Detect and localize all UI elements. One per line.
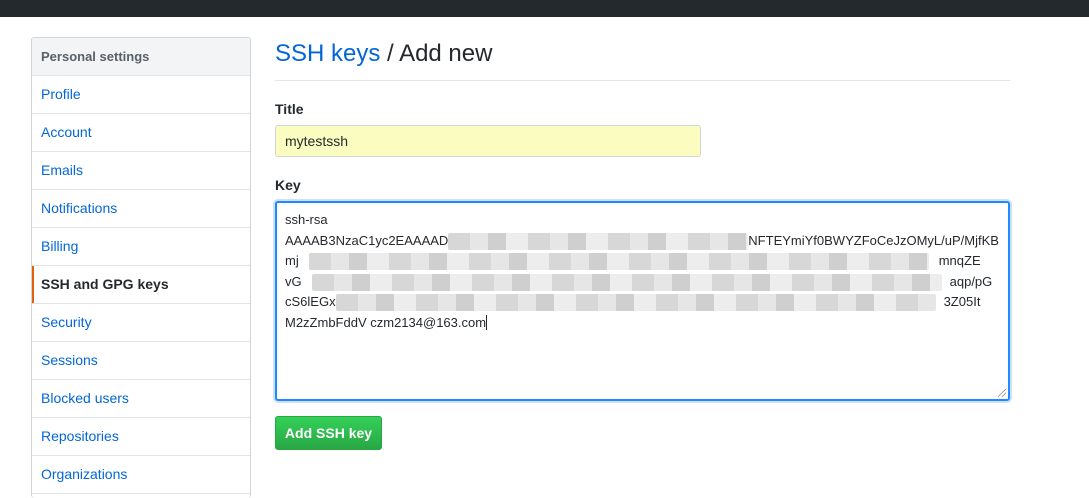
sidebar-header: Personal settings bbox=[32, 38, 250, 76]
redacted-key-segment bbox=[311, 273, 942, 291]
key-line: M2zZmbFddV czm2134@163.com bbox=[285, 313, 1000, 334]
key-line: AAAAB3NzaC1yc2EAAAAD NFTEYmiYf0BWYZFoCeJz… bbox=[285, 231, 1000, 252]
key-line-text: mnqZE bbox=[938, 253, 981, 268]
sidebar-item-account[interactable]: Account bbox=[32, 114, 250, 152]
sidebar-item-billing[interactable]: Billing bbox=[32, 228, 250, 266]
sidebar-item-blocked-users[interactable]: Blocked users bbox=[32, 380, 250, 418]
sidebar-item-repositories[interactable]: Repositories bbox=[32, 418, 250, 456]
sidebar-item-notifications[interactable]: Notifications bbox=[32, 190, 250, 228]
sidebar-item-organizations[interactable]: Organizations bbox=[32, 456, 250, 494]
redacted-key-segment bbox=[448, 232, 749, 250]
key-line: mj mnqZE bbox=[285, 251, 1000, 272]
sidebar-item-ssh-gpg-keys[interactable]: SSH and GPG keys bbox=[32, 266, 250, 304]
key-line-text: cS6lEGx bbox=[285, 294, 336, 309]
title-label: Title bbox=[275, 101, 304, 117]
key-line-text: AAAAB3NzaC1yc2EAAAAD bbox=[285, 232, 449, 248]
key-line: vG aqp/pG bbox=[285, 272, 1000, 293]
sidebar-item-security[interactable]: Security bbox=[32, 304, 250, 342]
redacted-key-segment bbox=[308, 253, 929, 271]
page-title-text: Add new bbox=[399, 40, 493, 67]
top-navigation-bar bbox=[0, 0, 1089, 17]
key-textarea[interactable]: ssh-rsa AAAAB3NzaC1yc2EAAAAD NFTEYmiYf0BW… bbox=[275, 201, 1010, 401]
ssh-keys-breadcrumb-link[interactable]: SSH keys bbox=[275, 40, 380, 67]
page-title: SSH keys / Add new bbox=[275, 40, 1010, 81]
key-line-text: mj bbox=[285, 253, 299, 268]
breadcrumb-separator: / bbox=[380, 40, 400, 67]
sidebar-item-profile[interactable]: Profile bbox=[32, 76, 250, 114]
text-cursor bbox=[486, 314, 488, 330]
key-line-text: 3Z05It bbox=[943, 294, 981, 309]
key-label: Key bbox=[275, 177, 301, 193]
sidebar-item-emails[interactable]: Emails bbox=[32, 152, 250, 190]
title-input[interactable] bbox=[275, 125, 701, 157]
settings-sidebar: Personal settings Profile Account Emails… bbox=[31, 37, 251, 498]
add-ssh-key-button[interactable]: Add SSH key bbox=[275, 416, 382, 450]
key-line: cS6lEGx 3Z05It bbox=[285, 292, 1000, 313]
resize-handle[interactable] bbox=[998, 389, 1006, 397]
key-line-text: vG bbox=[285, 273, 302, 289]
key-line-text: aqp/pG bbox=[949, 273, 993, 289]
sidebar-item-sessions[interactable]: Sessions bbox=[32, 342, 250, 380]
redacted-key-segment bbox=[335, 294, 936, 312]
key-line: ssh-rsa bbox=[285, 212, 328, 227]
key-line-text: M2zZmbFddV czm2134@163.com bbox=[285, 314, 487, 330]
key-line-text: NFTEYmiYf0BWYZFoCeJzOMyL/uP/MjfKB bbox=[748, 232, 999, 248]
